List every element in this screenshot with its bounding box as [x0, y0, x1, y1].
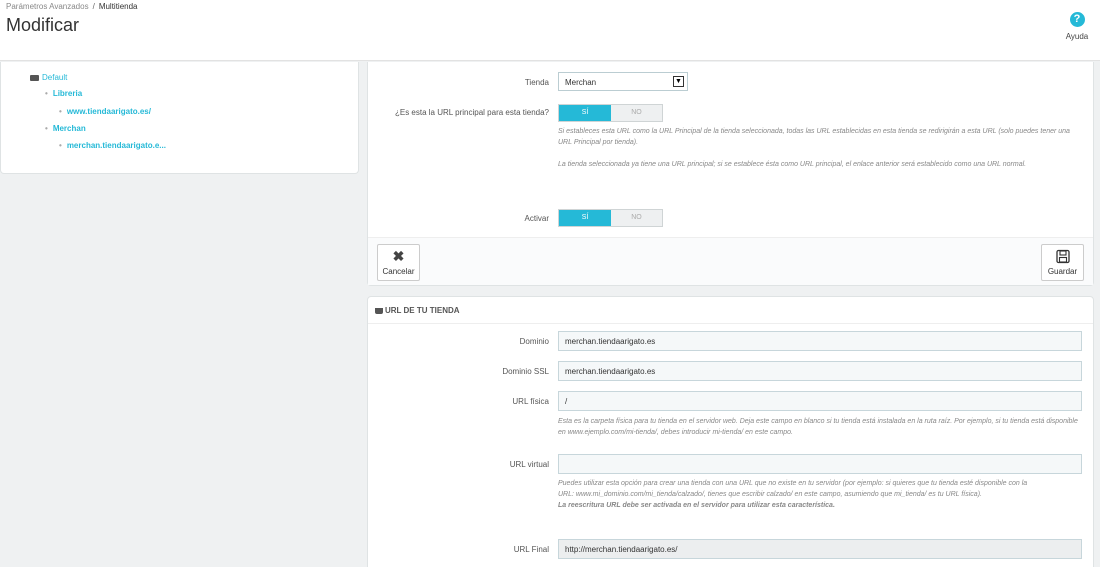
tienda-label: Tienda: [524, 78, 549, 87]
cancel-label: Cancelar: [382, 267, 415, 276]
tree-item-libreria[interactable]: • Libreria: [45, 89, 82, 98]
url-fisica-input[interactable]: /: [558, 391, 1082, 411]
shop-url-form-panel: Tienda Merchan ▼ ¿Es esta la URL princip…: [367, 62, 1094, 286]
principal-yes-option[interactable]: SÍ: [559, 105, 611, 121]
bullet-icon: •: [45, 89, 48, 98]
tree-item-label: www.tiendaarigato.es/: [66, 107, 151, 116]
activar-yes-option[interactable]: SÍ: [559, 210, 611, 226]
tree-item-label: merchan.tiendaarigato.e...: [66, 141, 166, 150]
tree-root-default[interactable]: Default: [30, 73, 67, 82]
store-url-panel: URL DE TU TIENDA Dominio merchan.tiendaa…: [367, 296, 1094, 567]
tree-item-merchan[interactable]: • Merchan: [45, 124, 86, 133]
store-url-heading-text: URL DE TU TIENDA: [385, 306, 460, 315]
dominio-ssl-label: Dominio SSL: [502, 367, 549, 376]
bullet-icon: •: [45, 124, 48, 133]
principal-warning-text: La tienda seleccionada ya tiene una URL …: [558, 161, 1027, 168]
question-icon: ?: [1069, 12, 1085, 27]
page-header: Parámetros Avanzados / Multitienda Modific…: [0, 0, 1100, 61]
principal-url-label: ¿Es esta la URL principal para esta tien…: [394, 108, 549, 117]
url-fisica-help: Esta es la carpeta física para tu tienda…: [558, 418, 1078, 436]
url-virtual-help-text: Puedes utilizar esta opción para crear u…: [558, 480, 1028, 498]
url-virtual-input[interactable]: [558, 454, 1082, 474]
tienda-select[interactable]: Merchan ▼: [558, 72, 688, 91]
close-icon: ✖: [392, 248, 405, 264]
form-footer: ✖ Cancelar Guardar: [368, 237, 1093, 285]
tree-item-label: Merchan: [52, 124, 86, 133]
activar-label: Activar: [524, 214, 549, 223]
url-virtual-help: Puedes utilizar esta opción para crear u…: [558, 478, 1038, 511]
breadcrumb-separator: /: [92, 2, 95, 11]
url-virtual-help-bold: La reescritura URL debe ser activada en …: [558, 502, 835, 509]
breadcrumb-current: Multitienda: [98, 2, 138, 11]
url-fisica-label: URL física: [512, 397, 549, 406]
breadcrumb: Parámetros Avanzados / Multitienda: [6, 2, 138, 11]
shopping-cart-icon: [375, 308, 383, 314]
chevron-down-icon: ▼: [673, 76, 684, 87]
tree-root-label: Default: [42, 73, 68, 82]
cancel-button[interactable]: ✖ Cancelar: [377, 244, 420, 281]
activar-switch[interactable]: SÍ NO: [558, 209, 663, 227]
url-final-input: http://merchan.tiendaarigato.es/: [558, 539, 1082, 559]
activar-no-option[interactable]: NO: [611, 210, 662, 226]
url-final-label: URL Final: [513, 545, 549, 554]
principal-no-option[interactable]: NO: [611, 105, 662, 121]
principal-url-switch[interactable]: SÍ NO: [558, 104, 663, 122]
folder-icon: [30, 75, 39, 81]
help-label: Ayuda: [1065, 32, 1089, 41]
tienda-select-value: Merchan: [565, 78, 597, 87]
save-button[interactable]: Guardar: [1041, 244, 1084, 281]
save-label: Guardar: [1047, 267, 1078, 276]
help-button[interactable]: ? Ayuda: [1062, 12, 1092, 41]
breadcrumb-parent-link[interactable]: Parámetros Avanzados: [6, 2, 89, 11]
dominio-ssl-input[interactable]: merchan.tiendaarigato.es: [558, 361, 1082, 381]
bullet-icon: •: [59, 141, 62, 150]
bullet-icon: •: [59, 107, 62, 116]
floppy-disk-icon: [1042, 249, 1083, 267]
page-title: Modificar: [6, 15, 80, 35]
store-url-heading: URL DE TU TIENDA: [368, 297, 1093, 324]
dominio-input[interactable]: merchan.tiendaarigato.es: [558, 331, 1082, 351]
tree-item-url-merchan[interactable]: • merchan.tiendaarigato.e...: [59, 141, 166, 150]
tree-item-label: Libreria: [52, 89, 83, 98]
shop-tree-panel: Default • Libreria • www.tiendaarigato.es/…: [0, 62, 359, 174]
dominio-label: Dominio: [519, 337, 549, 346]
principal-help-text: Si estableces esta URL como la URL Princ…: [558, 128, 1070, 146]
tree-item-url-libreria[interactable]: • www.tiendaarigato.es/: [59, 107, 151, 116]
url-virtual-label: URL virtual: [509, 460, 549, 469]
